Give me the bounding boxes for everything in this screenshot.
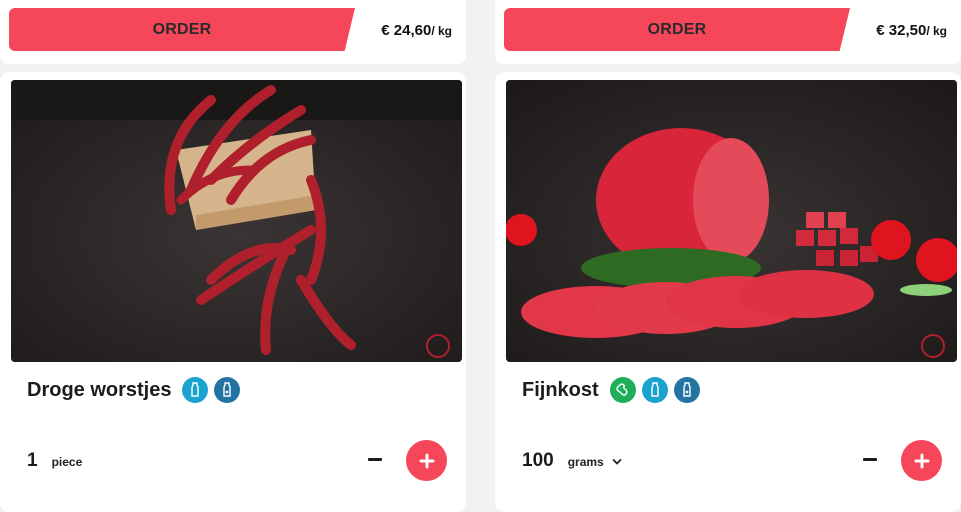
price-label: € 24,60/ kg: [381, 22, 452, 39]
quantity-row: 100 grams: [522, 450, 622, 472]
order-button[interactable]: ORDER: [504, 8, 850, 51]
price-bar: ORDER € 32,50/ kg: [495, 0, 961, 64]
increase-quantity-button[interactable]: [406, 440, 447, 481]
product-image[interactable]: [506, 80, 957, 362]
product-title-row: Droge worstjes: [27, 377, 241, 403]
minus-icon: [863, 457, 877, 461]
plus-icon: [914, 453, 929, 468]
order-button[interactable]: ORDER: [9, 8, 355, 51]
price-unit: / kg: [431, 24, 452, 38]
quantity-value[interactable]: 100: [522, 450, 554, 472]
quantity-row: 1 piece: [27, 450, 82, 472]
price-value: € 24,60: [381, 22, 432, 39]
bottle-icon: [641, 377, 668, 403]
quantity-unit-label: piece: [51, 455, 83, 469]
price-unit: / kg: [926, 24, 947, 38]
increase-quantity-button[interactable]: [901, 440, 942, 481]
bottle-icon: [673, 377, 700, 403]
bottle-icon: [214, 377, 241, 403]
quantity-unit-select[interactable]: grams: [568, 455, 622, 469]
decrease-quantity-button[interactable]: [860, 449, 880, 469]
minus-icon: [368, 457, 382, 461]
product-card: Droge worstjes 1 piece: [0, 72, 466, 512]
price-value: € 32,50: [876, 22, 927, 39]
product-card: Fijnkost 100 grams: [495, 72, 961, 512]
quantity-value[interactable]: 1: [27, 450, 38, 472]
peanut-icon: [609, 377, 636, 403]
product-title-row: Fijnkost: [522, 377, 700, 403]
product-image[interactable]: [11, 80, 462, 362]
bottle-icon: [182, 377, 209, 403]
chevron-down-icon: [612, 459, 622, 465]
quantity-unit-label: grams: [567, 455, 604, 469]
plus-icon: [419, 453, 434, 468]
product-name: Droge worstjes: [27, 378, 172, 401]
decrease-quantity-button[interactable]: [365, 449, 385, 469]
product-name: Fijnkost: [522, 378, 599, 401]
price-bar: ORDER € 24,60/ kg: [0, 0, 466, 64]
price-label: € 32,50/ kg: [876, 22, 947, 39]
quantity-unit: piece: [52, 455, 83, 469]
product-column-droge-worstjes: ORDER € 24,60/ kg Droge worstjes 1 piece: [0, 0, 466, 512]
product-column-fijnkost: ORDER € 32,50/ kg Fijnkost 100 grams: [495, 0, 961, 512]
